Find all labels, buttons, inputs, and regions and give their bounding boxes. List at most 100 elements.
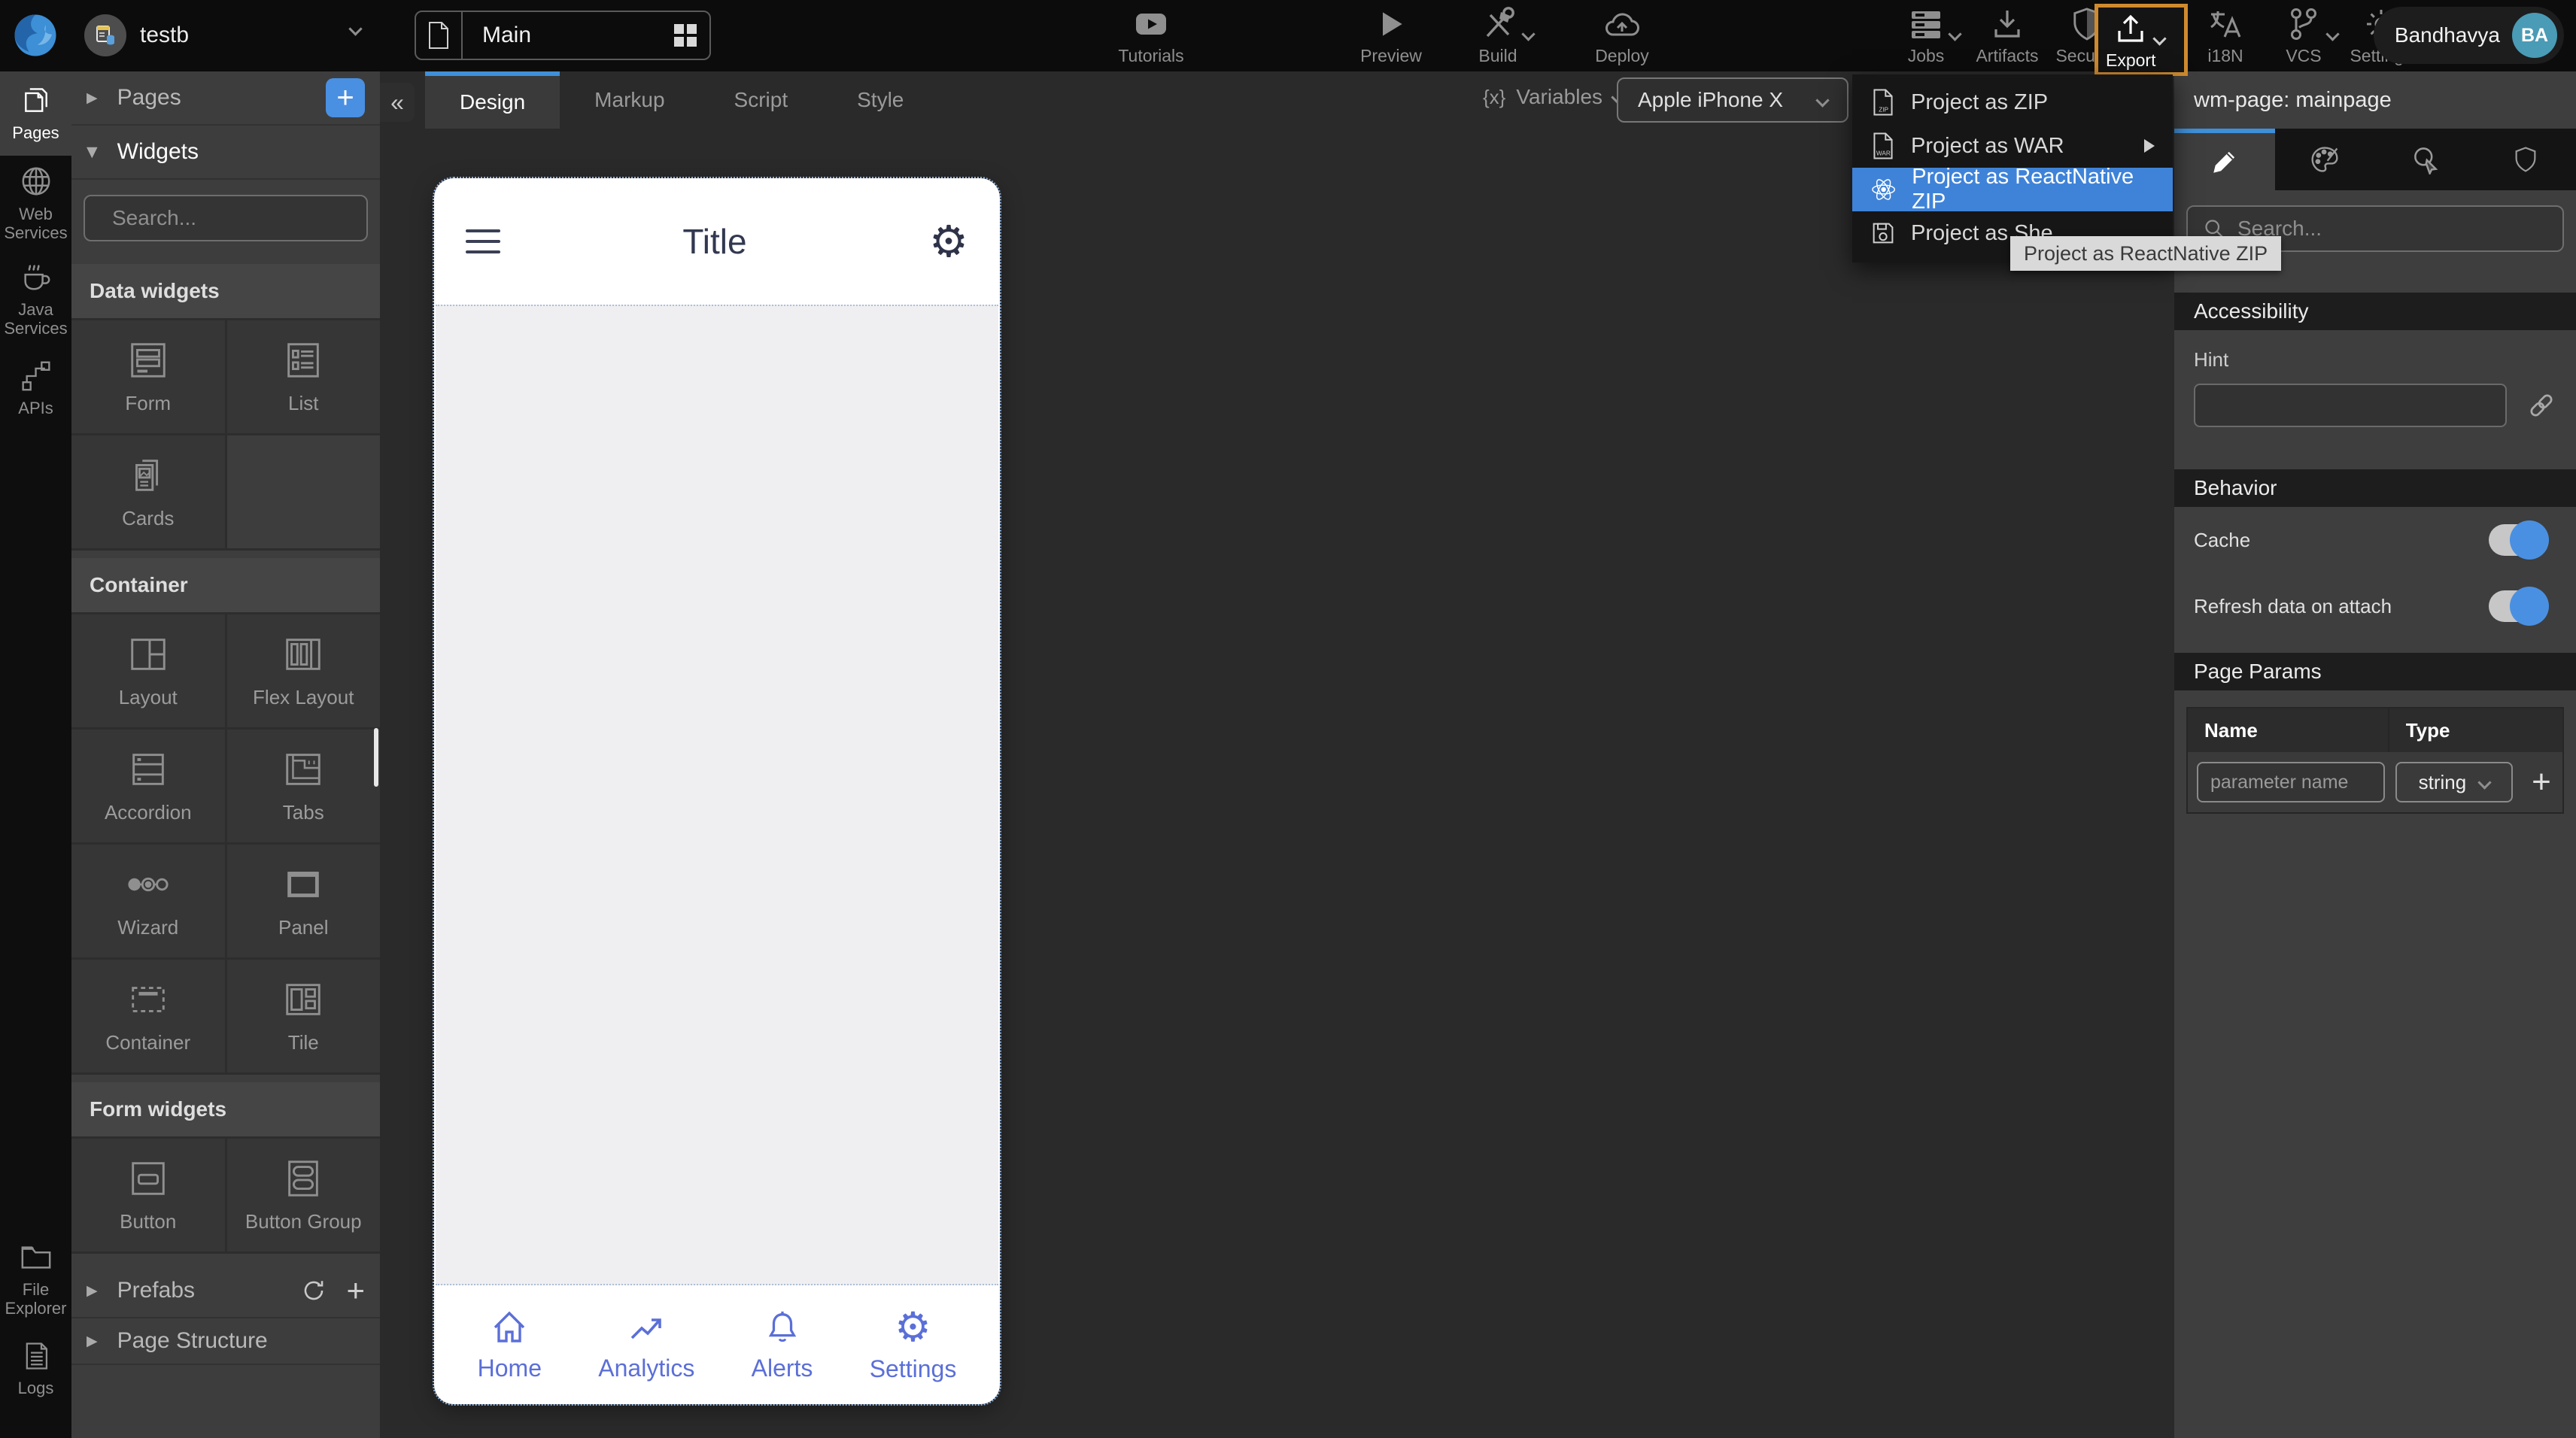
widget-tile-button-group[interactable]: Button Group xyxy=(227,1139,381,1251)
widget-tile-container[interactable]: Container xyxy=(71,960,225,1072)
menu-item-project-as-war[interactable]: WAR Project as WAR xyxy=(1852,124,2173,168)
collapse-panel-button[interactable]: « xyxy=(380,83,415,122)
page-params-header-row: Name Type xyxy=(2188,708,2562,752)
wavemaker-logo-icon[interactable] xyxy=(11,9,60,62)
tab-styles[interactable] xyxy=(2275,129,2376,190)
project-chip[interactable]: testb xyxy=(84,11,189,60)
bind-link-icon[interactable] xyxy=(2526,390,2556,420)
prefabs-section-header[interactable]: ▶ Prefabs + xyxy=(71,1264,380,1318)
rail-item-java-services[interactable]: Java Services xyxy=(0,251,71,347)
rail-item-file-explorer[interactable]: File Explorer xyxy=(0,1231,71,1327)
column-header-type: Type xyxy=(2389,708,2520,752)
jobs-button[interactable]: Jobs xyxy=(1890,6,1962,66)
artifacts-label: Artifacts xyxy=(1976,46,2038,66)
save-disk-icon xyxy=(1870,220,1896,246)
widget-tile-list[interactable]: List xyxy=(227,320,381,433)
widget-tile-tile[interactable]: Tile xyxy=(227,960,381,1072)
play-icon xyxy=(1375,6,1408,42)
widgets-section-header[interactable]: ▼ Widgets xyxy=(71,126,380,180)
accessibility-section-header[interactable]: Accessibility xyxy=(2174,293,2576,330)
tab-security[interactable] xyxy=(2476,129,2576,190)
phone-nav-settings[interactable]: ⚙ Settings xyxy=(870,1307,957,1383)
widget-tile-flex-layout[interactable]: Flex Layout xyxy=(227,614,381,727)
phone-header-gear-icon[interactable]: ⚙ xyxy=(929,220,968,263)
artifacts-button[interactable]: Artifacts xyxy=(1968,6,2046,66)
cache-label: Cache xyxy=(2194,529,2250,552)
widget-tile-cards[interactable]: Cards xyxy=(71,435,225,548)
build-button[interactable]: Build xyxy=(1457,6,1539,66)
page-selector[interactable]: Main xyxy=(415,11,711,60)
menu-item-project-as-zip[interactable]: ZIP Project as ZIP xyxy=(1852,80,2173,124)
user-name: Bandhavya xyxy=(2395,23,2500,47)
api-connector-icon xyxy=(20,360,52,392)
tab-design[interactable]: Design xyxy=(425,71,560,129)
preview-button[interactable]: Preview xyxy=(1350,6,1432,66)
phone-nav-alerts[interactable]: Alerts xyxy=(752,1308,813,1382)
tutorials-button[interactable]: Tutorials xyxy=(1100,6,1202,66)
widget-search-box[interactable] xyxy=(84,195,368,241)
export-button-highlight: Export xyxy=(2095,4,2188,76)
rail-item-logs[interactable]: Logs xyxy=(0,1327,71,1411)
cache-toggle[interactable] xyxy=(2489,524,2546,556)
editor-tabs: Design Markup Script Style xyxy=(425,71,938,129)
widget-tile-panel[interactable]: Panel xyxy=(227,845,381,957)
deploy-label: Deploy xyxy=(1595,46,1649,66)
i18n-label: i18N xyxy=(2207,46,2243,66)
panel-scrollbar[interactable] xyxy=(374,728,378,787)
device-selector[interactable]: Apple iPhone X xyxy=(1617,77,1848,123)
i18n-button[interactable]: i18N xyxy=(2195,6,2256,66)
widget-tile-form[interactable]: Form xyxy=(71,320,225,433)
type-chevron-down-icon xyxy=(2478,775,2492,789)
refresh-icon[interactable] xyxy=(301,1278,327,1303)
tab-script[interactable]: Script xyxy=(700,71,823,129)
rail-item-pages[interactable]: Pages xyxy=(0,71,71,156)
widget-tile-tabs[interactable]: Tabs xyxy=(227,730,381,842)
tab-style[interactable]: Style xyxy=(822,71,938,129)
add-page-button[interactable]: + xyxy=(326,78,365,117)
properties-tabs xyxy=(2174,129,2576,190)
refresh-data-label: Refresh data on attach xyxy=(2194,595,2392,618)
section-title-data-widgets: Data widgets xyxy=(71,264,380,318)
vcs-button[interactable]: VCS xyxy=(2268,6,2340,66)
pages-section-header[interactable]: ▶ Pages + xyxy=(71,71,380,126)
export-button[interactable]: Export xyxy=(2106,11,2155,71)
vcs-chevron-down-icon xyxy=(2325,27,2339,41)
user-menu[interactable]: Bandhavya BA xyxy=(2374,7,2564,64)
parameter-name-input[interactable] xyxy=(2197,762,2385,802)
parameter-type-select[interactable]: string xyxy=(2395,762,2513,802)
variables-dropdown[interactable]: {x} Variables xyxy=(1483,85,1623,109)
deploy-button[interactable]: Deploy xyxy=(1578,6,1666,66)
hamburger-menu-icon[interactable] xyxy=(466,229,500,253)
tab-properties[interactable] xyxy=(2174,129,2275,190)
hint-input[interactable] xyxy=(2194,384,2507,427)
project-chevron-down-icon[interactable] xyxy=(348,22,362,35)
phone-nav-analytics[interactable]: Analytics xyxy=(598,1308,694,1382)
rail-item-apis[interactable]: APIs xyxy=(0,347,71,431)
page-structure-section-header[interactable]: ▶ Page Structure xyxy=(71,1318,380,1365)
add-prefab-button[interactable]: + xyxy=(346,1276,365,1306)
menu-item-project-as-reactnative-zip[interactable]: Project as ReactNative ZIP xyxy=(1852,168,2173,211)
page-grid-icon[interactable] xyxy=(661,12,709,59)
properties-search-input[interactable] xyxy=(2237,217,2547,241)
widget-search-input[interactable] xyxy=(112,206,380,230)
widget-tile-layout[interactable]: Layout xyxy=(71,614,225,727)
phone-nav-home[interactable]: Home xyxy=(478,1308,542,1382)
jobs-chevron-down-icon xyxy=(1948,27,1961,41)
tab-events[interactable] xyxy=(2375,129,2476,190)
refresh-data-toggle[interactable] xyxy=(2489,590,2546,622)
folder-icon xyxy=(20,1240,53,1273)
widget-tile-wizard[interactable]: Wizard xyxy=(71,845,225,957)
export-tooltip: Project as ReactNative ZIP xyxy=(2010,236,2281,271)
cards-icon xyxy=(126,454,170,497)
accordion-icon xyxy=(126,748,170,791)
widget-tile-button[interactable]: Button xyxy=(71,1139,225,1251)
page-doc-icon xyxy=(416,12,463,59)
widget-tile-accordion[interactable]: Accordion xyxy=(71,730,225,842)
rail-item-web-services[interactable]: Web Services xyxy=(0,156,71,251)
page-params-section-header[interactable]: Page Params xyxy=(2174,653,2576,690)
tab-markup[interactable]: Markup xyxy=(560,71,699,129)
add-parameter-button[interactable]: + xyxy=(2532,766,2551,799)
phone-page-title[interactable]: Title xyxy=(500,221,929,262)
behavior-section-header[interactable]: Behavior xyxy=(2174,469,2576,507)
phone-content-area[interactable] xyxy=(436,305,998,1285)
